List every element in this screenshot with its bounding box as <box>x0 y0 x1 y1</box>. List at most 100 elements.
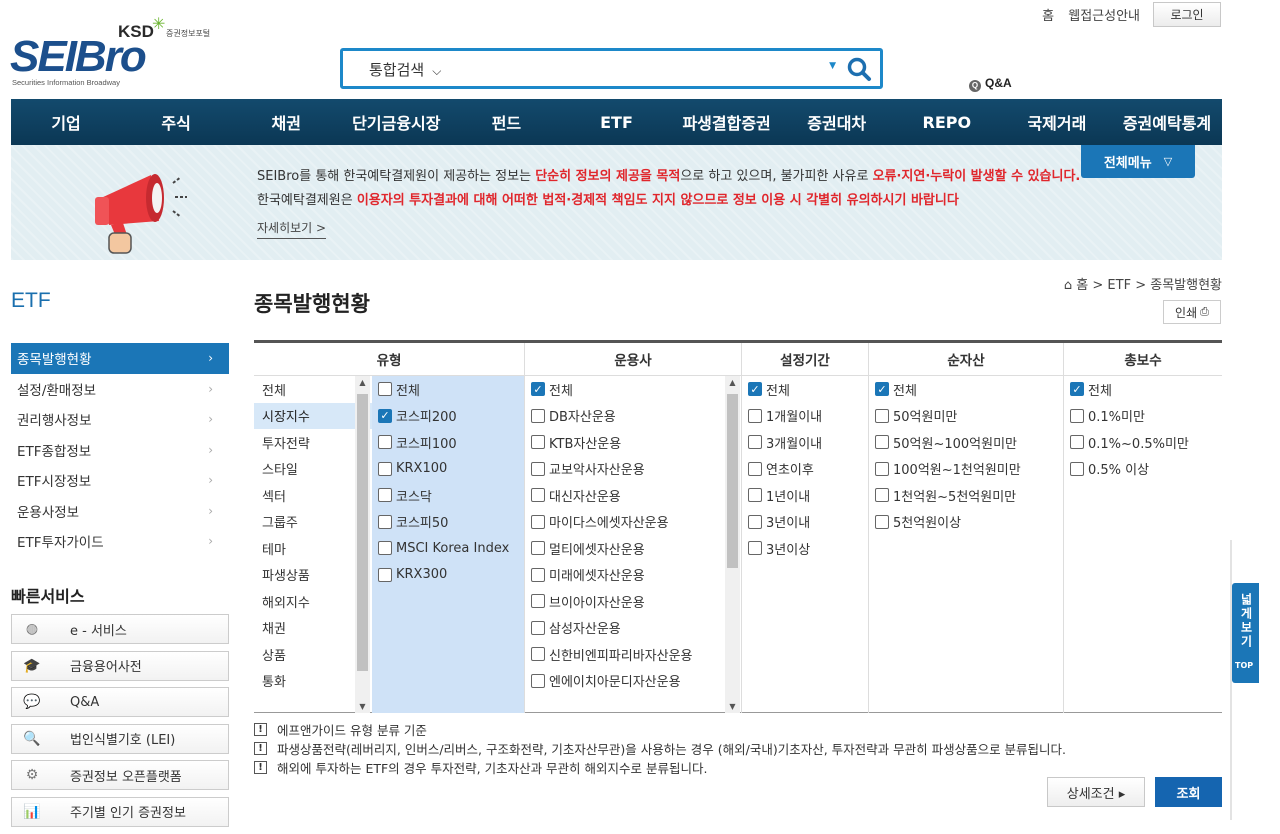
net-assets-option[interactable]: 5천억원이상 <box>875 509 1063 536</box>
checkbox[interactable] <box>531 673 545 688</box>
fee-option[interactable]: 0.1%미만 <box>1070 403 1222 430</box>
breadcrumb-home[interactable]: 홈 <box>1076 278 1088 293</box>
login-button[interactable]: 로그인 <box>1153 2 1221 27</box>
manager-option[interactable]: 미래에셋자산운용 <box>531 562 741 589</box>
type-sub-option[interactable]: 전체 <box>378 376 524 403</box>
search-input[interactable] <box>483 57 813 81</box>
lnb-item-4[interactable]: ETF시장정보 › <box>11 465 229 496</box>
lnb-item-2[interactable]: 권리행사정보 › <box>11 404 229 435</box>
net-assets-option[interactable]: 50억원미만 <box>875 403 1063 430</box>
gnb-item-10[interactable]: 증권예탁통계 <box>1112 99 1222 145</box>
checkbox[interactable] <box>531 567 545 582</box>
checkbox[interactable] <box>875 435 889 450</box>
checkbox[interactable] <box>531 435 545 450</box>
scroll-top-button[interactable]: TOP <box>1235 661 1253 670</box>
period-option[interactable]: 3개월이내 <box>748 429 868 456</box>
search-scope-select[interactable]: 통합검색 ⌵ <box>369 59 441 80</box>
manager-option[interactable]: 엔에이치아문디자산운용 <box>531 668 741 695</box>
checkbox[interactable] <box>531 647 545 662</box>
checkbox[interactable] <box>1070 435 1084 450</box>
search-icon[interactable] <box>846 56 872 82</box>
scroll-down-icon[interactable]: ▼ <box>725 702 740 711</box>
checkbox[interactable] <box>875 461 889 476</box>
manager-option[interactable]: 신한비엔피파리바자산운용 <box>531 641 741 668</box>
checkbox[interactable] <box>378 461 392 476</box>
checkbox[interactable] <box>748 435 762 450</box>
manager-option[interactable]: 삼성자산운용 <box>531 615 741 642</box>
checkbox[interactable] <box>748 541 762 556</box>
checkbox[interactable] <box>378 435 392 450</box>
fee-option[interactable]: 0.5% 이상 <box>1070 456 1222 483</box>
checkbox[interactable] <box>875 408 889 423</box>
scroll-thumb[interactable] <box>727 394 738 568</box>
type-category-scrollbar[interactable]: ▲ ▼ <box>355 376 370 713</box>
search-submit-button[interactable]: 조회 <box>1155 777 1222 807</box>
type-sub-option[interactable]: MSCI Korea Index <box>378 535 524 562</box>
gnb-item-8[interactable]: REPO <box>892 99 1002 145</box>
checkbox[interactable] <box>531 461 545 476</box>
checkbox[interactable] <box>1070 408 1084 423</box>
quick-item-4[interactable]: ⚙ 증권정보 오픈플랫폼 <box>11 760 229 790</box>
type-sub-option[interactable]: 코스피100 <box>378 429 524 456</box>
caret-down-icon[interactable]: ▼ <box>829 61 836 71</box>
wide-view-tab[interactable]: 넓게보기 TOP <box>1232 583 1259 683</box>
lnb-item-5[interactable]: 운용사정보 › <box>11 496 229 527</box>
net-assets-option[interactable]: 1천억원~5천억원미만 <box>875 482 1063 509</box>
type-sub-option[interactable]: 코스피200 <box>378 403 524 430</box>
period-option[interactable]: 3년이상 <box>748 535 868 562</box>
gnb-item-4[interactable]: 펀드 <box>451 99 561 145</box>
type-sub-option[interactable]: KRX300 <box>378 562 524 589</box>
quick-item-2[interactable]: 💬 Q&A <box>11 687 229 717</box>
lnb-item-3[interactable]: ETF종합정보 › <box>11 435 229 466</box>
checkbox[interactable] <box>531 620 545 635</box>
checkbox[interactable] <box>378 488 392 503</box>
quick-item-1[interactable]: 🎓 금융용어사전 <box>11 650 229 681</box>
checkbox[interactable] <box>531 541 545 556</box>
checkbox[interactable] <box>378 382 392 397</box>
manager-option[interactable]: 교보악사자산운용 <box>531 456 741 483</box>
manager-option[interactable]: 브이아이자산운용 <box>531 588 741 615</box>
scroll-thumb[interactable] <box>357 394 368 671</box>
checkbox[interactable] <box>378 408 392 423</box>
checkbox[interactable] <box>531 408 545 423</box>
quick-item-5[interactable]: 📊 주기별 인기 증권정보 <box>11 796 229 827</box>
manager-option[interactable]: KTB자산운용 <box>531 429 741 456</box>
checkbox[interactable] <box>748 408 762 423</box>
checkbox[interactable] <box>378 541 392 556</box>
breadcrumb-etf[interactable]: ETF <box>1107 278 1131 293</box>
period-option[interactable]: 1년이내 <box>748 482 868 509</box>
checkbox[interactable] <box>748 488 762 503</box>
period-option[interactable]: 전체 <box>748 376 868 403</box>
gnb-item-2[interactable]: 채권 <box>231 99 341 145</box>
home-link[interactable]: 홈 <box>1042 9 1054 24</box>
checkbox[interactable] <box>875 488 889 503</box>
net-assets-option[interactable]: 전체 <box>875 376 1063 403</box>
checkbox[interactable] <box>748 461 762 476</box>
checkbox[interactable] <box>748 382 762 397</box>
banner-more-link[interactable]: 자세히보기 > <box>257 219 327 239</box>
period-option[interactable]: 연초이후 <box>748 456 868 483</box>
gnb-item-9[interactable]: 국제거래 <box>1002 99 1112 145</box>
net-assets-option[interactable]: 100억원~1천억원미만 <box>875 456 1063 483</box>
gnb-item-1[interactable]: 주식 <box>121 99 231 145</box>
scroll-down-icon[interactable]: ▼ <box>355 702 370 711</box>
manager-option[interactable]: DB자산운용 <box>531 403 741 430</box>
checkbox[interactable] <box>531 514 545 529</box>
checkbox[interactable] <box>531 488 545 503</box>
type-sub-option[interactable]: 코스피50 <box>378 509 524 536</box>
lnb-item-1[interactable]: 설정/환매정보 › <box>11 374 229 405</box>
checkbox[interactable] <box>531 382 545 397</box>
qna-link[interactable]: Q Q&A <box>969 76 1012 92</box>
gnb-item-3[interactable]: 단기금융시장 <box>341 99 451 145</box>
checkbox[interactable] <box>531 594 545 609</box>
home-icon[interactable]: ⌂ <box>1064 278 1072 293</box>
period-option[interactable]: 3년이내 <box>748 509 868 536</box>
scroll-up-icon[interactable]: ▲ <box>355 378 370 387</box>
checkbox[interactable] <box>1070 461 1084 476</box>
net-assets-option[interactable]: 50억원~100억원미만 <box>875 429 1063 456</box>
gnb-item-0[interactable]: 기업 <box>11 99 121 145</box>
lnb-item-6[interactable]: ETF투자가이드 › <box>11 526 229 557</box>
detail-conditions-button[interactable]: 상세조건 ▸ <box>1047 777 1145 807</box>
lnb-item-0[interactable]: 종목발행현황 › <box>11 343 229 374</box>
fee-option[interactable]: 0.1%~0.5%미만 <box>1070 429 1222 456</box>
